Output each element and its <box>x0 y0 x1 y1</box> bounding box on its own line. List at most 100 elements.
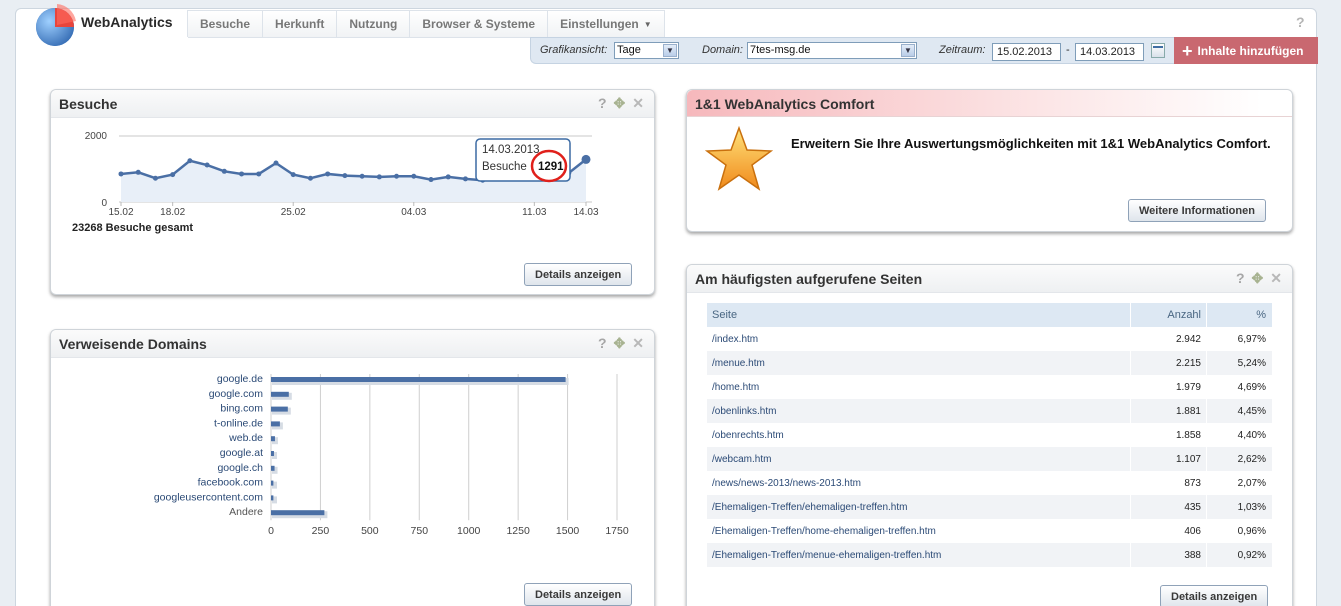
top-pages-table: Seite Anzahl % /index.htm 2.942 6,97% /men… <box>707 303 1273 567</box>
data-point <box>290 172 296 178</box>
tab-besuche[interactable]: Besuche <box>188 11 264 38</box>
panel-controls: ? ✥ ✕ <box>1236 271 1282 285</box>
page-count: 1.107 <box>1130 447 1207 471</box>
column-header-anzahl[interactable]: Anzahl <box>1130 303 1207 327</box>
tooltip-value: 1291 <box>538 161 564 173</box>
page-link[interactable]: /obenrechts.htm <box>712 430 784 441</box>
data-point <box>273 160 279 166</box>
x-tick-label: 1500 <box>556 525 580 537</box>
panel-title: Am häufigsten aufgerufene Seiten <box>695 271 923 287</box>
data-point <box>239 171 245 177</box>
promo-title: 1&1 WebAnalytics Comfort <box>695 96 875 112</box>
tab-einstellungen[interactable]: Einstellungen ▼ <box>548 11 665 38</box>
page-percent: 0,96% <box>1206 519 1273 543</box>
data-point <box>581 154 591 164</box>
column-header-seite[interactable]: Seite <box>707 303 1131 327</box>
data-point <box>359 173 365 179</box>
data-point <box>411 173 417 179</box>
domain-select[interactable]: 7tes-msg.de ▼ <box>747 42 917 59</box>
x-tick-label: 750 <box>411 525 429 537</box>
x-tick-label: 25.02 <box>281 207 306 218</box>
page-link[interactable]: /obenlinks.htm <box>712 406 776 417</box>
bar <box>271 495 274 501</box>
chevron-down-icon: ▼ <box>901 44 915 57</box>
page-percent: 4,45% <box>1206 399 1273 423</box>
move-icon[interactable]: ✥ <box>1252 271 1264 285</box>
star-icon <box>705 126 773 191</box>
top-pages-panel: Am häufigsten aufgerufene Seiten ? ✥ ✕ S… <box>686 264 1293 606</box>
page-percent: 2,07% <box>1206 471 1273 495</box>
data-point <box>342 173 348 179</box>
page-link[interactable]: /home.htm <box>712 382 759 393</box>
page-link[interactable]: /menue.htm <box>712 358 765 369</box>
table-row: /obenrechts.htm 1.858 4,40% <box>707 423 1273 447</box>
bar <box>271 377 566 382</box>
data-point <box>187 158 193 164</box>
tab-nutzung[interactable]: Nutzung <box>337 11 411 38</box>
data-point <box>325 171 331 177</box>
category-label: googleusercontent.com <box>154 491 263 503</box>
category-label: t-online.de <box>214 417 263 429</box>
table-row: /obenlinks.htm 1.881 4,45% <box>707 399 1273 423</box>
grafikansicht-label: Grafikansicht: <box>540 44 608 56</box>
add-content-label: Inhalte hinzufügen <box>1197 43 1304 58</box>
data-point <box>394 173 400 179</box>
date-to-input[interactable]: 14.03.2013 <box>1075 43 1144 61</box>
data-point <box>152 175 158 181</box>
main-nav: Besuche Herkunft Nutzung Browser & Syste… <box>187 10 665 38</box>
data-point <box>221 168 227 174</box>
help-icon[interactable]: ? <box>1236 271 1245 285</box>
data-point <box>256 171 262 177</box>
table-row: /news/news-2013/news-2013.htm 873 2,07% <box>707 471 1273 495</box>
calendar-icon[interactable] <box>1151 43 1165 58</box>
page-count: 388 <box>1130 543 1207 567</box>
close-icon[interactable]: ✕ <box>1270 271 1282 285</box>
besuche-details-button[interactable]: Details anzeigen <box>524 263 633 286</box>
page-link[interactable]: /index.htm <box>712 334 758 345</box>
grafikansicht-value: Tage <box>617 44 641 56</box>
page-count: 1.979 <box>1130 375 1207 399</box>
page-link[interactable]: /Ehemaligen-Treffen/menue-ehemaligen-tre… <box>712 550 941 561</box>
tab-browser-systeme[interactable]: Browser & Systeme <box>410 11 549 38</box>
x-tick-label: 15.02 <box>108 207 133 218</box>
page-count: 1.881 <box>1130 399 1207 423</box>
add-content-button[interactable]: + Inhalte hinzufügen <box>1174 37 1318 64</box>
bar <box>271 406 288 412</box>
category-label: web.de <box>228 432 263 444</box>
page-link[interactable]: /webcam.htm <box>712 454 771 465</box>
top-pages-details-button[interactable]: Details anzeigen <box>1160 585 1269 606</box>
table-row: /Ehemaligen-Treffen/ehemaligen-treffen.h… <box>707 495 1273 519</box>
data-point <box>462 176 468 182</box>
plus-icon: + <box>1182 40 1193 61</box>
page-percent: 4,40% <box>1206 423 1273 447</box>
x-tick-label: 18.02 <box>160 207 185 218</box>
table-row: /webcam.htm 1.107 2,62% <box>707 447 1273 471</box>
grafikansicht-select[interactable]: Tage ▼ <box>614 42 679 59</box>
column-header-percent[interactable]: % <box>1206 303 1273 327</box>
page-percent: 4,69% <box>1206 375 1273 399</box>
tooltip-date: 14.03.2013 <box>482 144 540 156</box>
page-link[interactable]: /Ehemaligen-Treffen/home-ehemaligen-tref… <box>712 526 936 537</box>
data-point <box>118 171 124 177</box>
domains-panel: Verweisende Domains ? ✥ ✕ 0 250 500 750 1000… <box>50 329 655 606</box>
visits-line-chart: 2000 015.02 18.02 25.02 04.03 11.03 14.03 14.03… <box>85 131 599 218</box>
x-tick-label: 0 <box>268 525 274 537</box>
domain-label: Domain: <box>702 44 743 56</box>
chevron-down-icon: ▼ <box>643 19 652 29</box>
bar <box>271 465 275 471</box>
data-point <box>307 175 313 181</box>
page-link[interactable]: /news/news-2013/news-2013.htm <box>712 478 861 489</box>
domains-details-button[interactable]: Details anzeigen <box>524 583 633 606</box>
page-percent: 5,24% <box>1206 351 1273 375</box>
page-count: 2.942 <box>1130 327 1207 351</box>
table-row: /Ehemaligen-Treffen/menue-ehemaligen-tre… <box>707 543 1273 567</box>
table-row: /home.htm 1.979 4,69% <box>707 375 1273 399</box>
page-link[interactable]: /Ehemaligen-Treffen/ehemaligen-treffen.h… <box>712 502 907 513</box>
tab-herkunft[interactable]: Herkunft <box>263 11 338 38</box>
more-info-button[interactable]: Weitere Informationen <box>1128 199 1266 222</box>
category-label: google.com <box>209 388 264 400</box>
date-from-input[interactable]: 15.02.2013 <box>992 43 1061 61</box>
table-row: /menue.htm 2.215 5,24% <box>707 351 1273 375</box>
data-point <box>135 169 141 175</box>
help-icon[interactable]: ? <box>1296 14 1305 30</box>
